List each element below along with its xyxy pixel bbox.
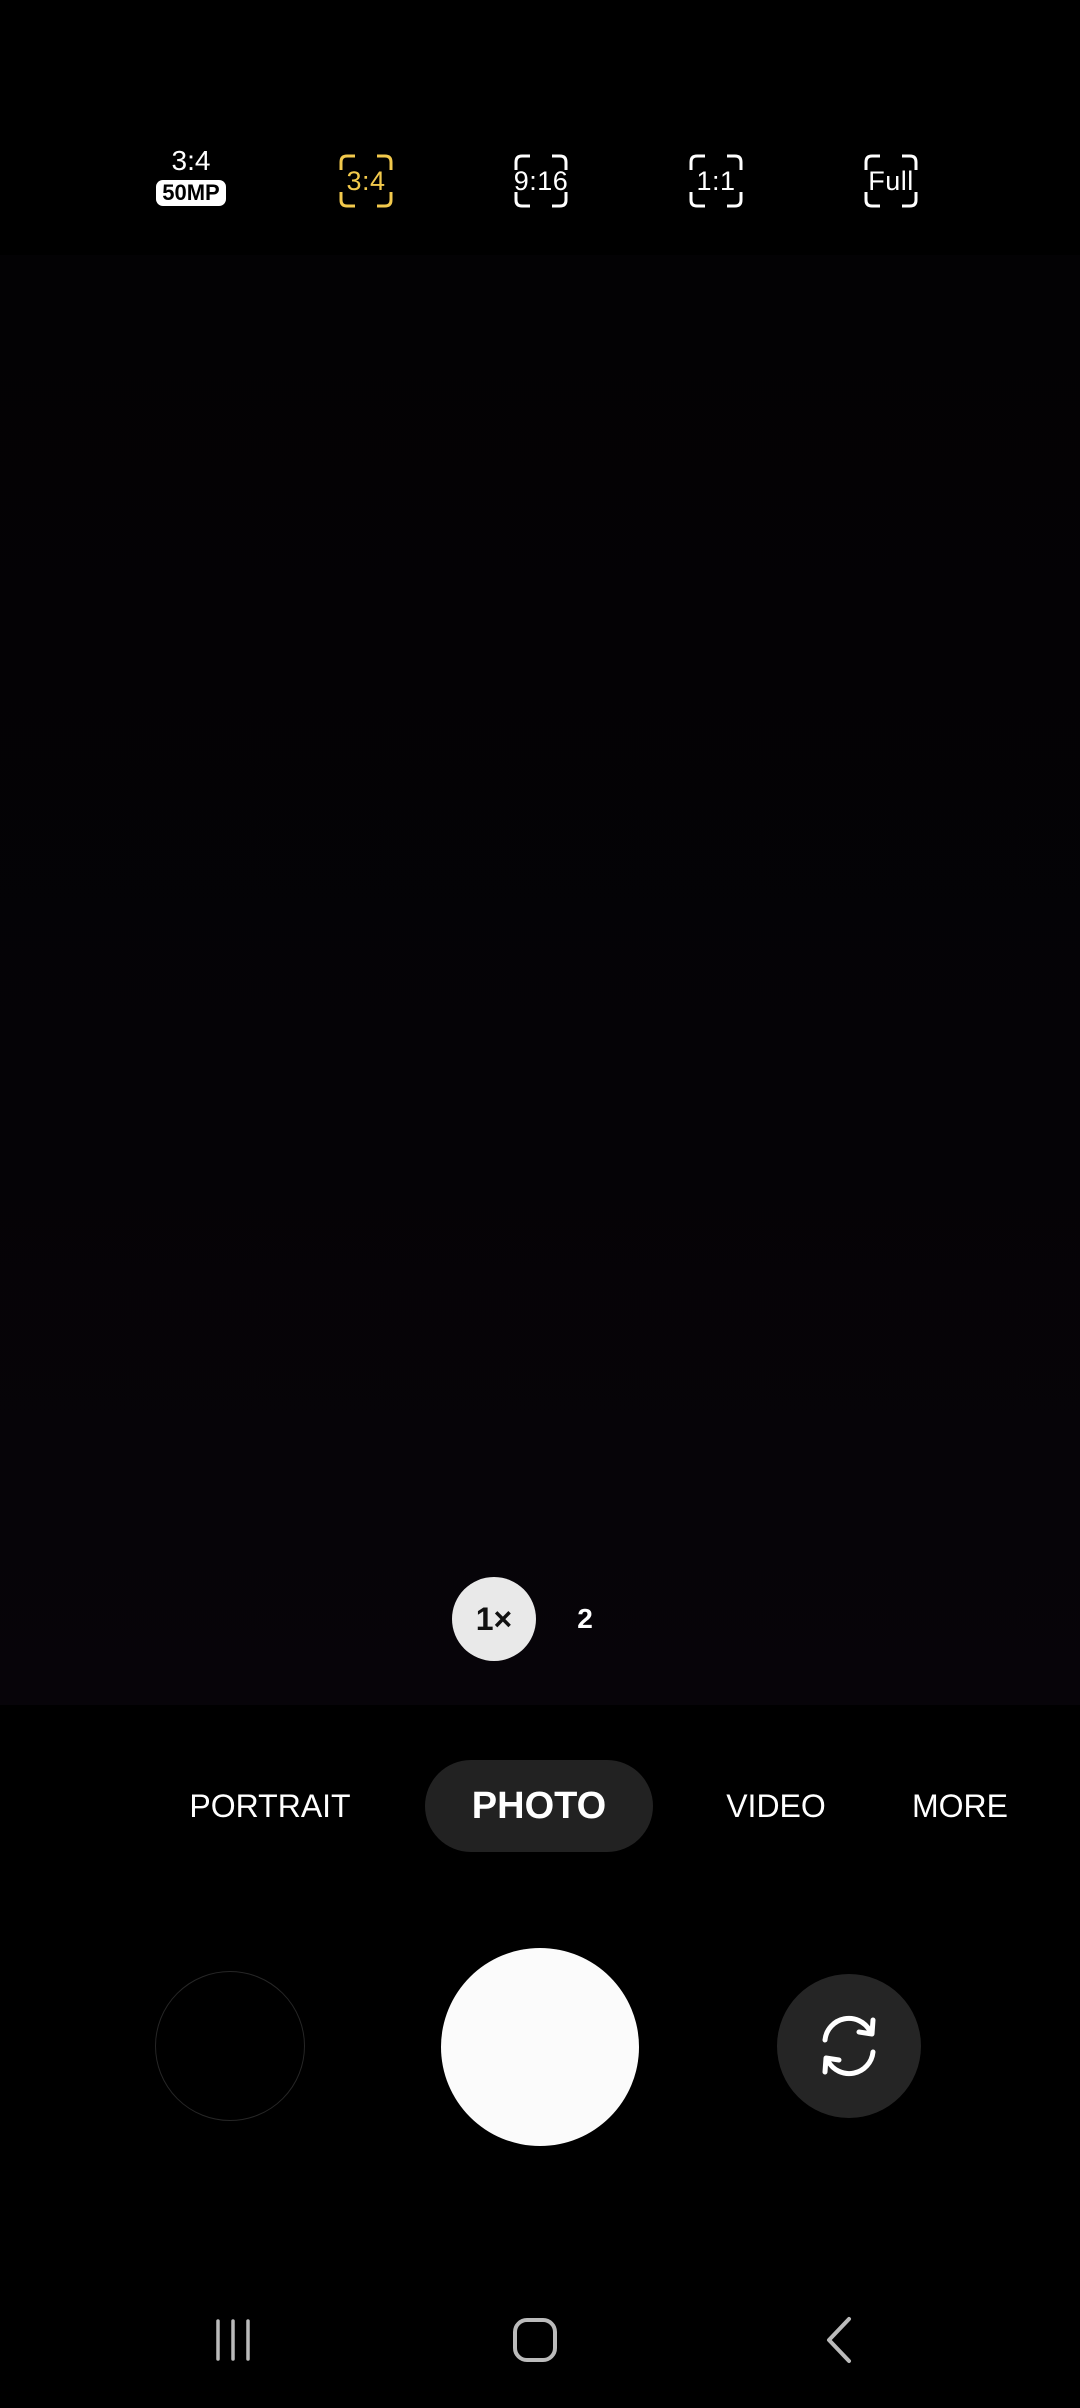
recents-icon: [216, 2319, 250, 2361]
ratio-label: 3:4: [171, 145, 211, 176]
ratio-label: Full: [868, 165, 914, 196]
camera-viewfinder[interactable]: [0, 255, 1080, 1705]
recents-button[interactable]: [188, 2300, 278, 2380]
ratio-9-16-option[interactable]: 9:16: [512, 152, 570, 210]
ratio-full-option[interactable]: Full: [862, 152, 920, 210]
megapixel-badge: 50MP: [156, 180, 226, 206]
ratio-label: 1:1: [696, 165, 736, 196]
back-icon: [827, 2317, 851, 2363]
mode-more[interactable]: MORE: [900, 1760, 1020, 1852]
ratio-3-4-50mp-option[interactable]: 3:4 50MP: [150, 146, 232, 218]
zoom-2x-button[interactable]: 2: [560, 1598, 610, 1640]
ratio-1-1-option[interactable]: 1:1: [687, 152, 745, 210]
zoom-1x-button[interactable]: 1×: [452, 1577, 536, 1661]
home-button[interactable]: [490, 2300, 580, 2380]
gallery-thumbnail[interactable]: [155, 1971, 305, 2121]
ratio-3-4-option[interactable]: 3:4: [337, 152, 395, 210]
switch-camera-button[interactable]: [777, 1974, 921, 2118]
mode-photo[interactable]: PHOTO: [425, 1760, 653, 1852]
mode-video[interactable]: VIDEO: [700, 1760, 852, 1852]
shutter-button[interactable]: [441, 1948, 639, 2146]
ratio-label: 3:4: [346, 165, 386, 196]
back-button[interactable]: [795, 2300, 885, 2380]
aspect-ratio-bar: 3:4 50MP 3:4 9:16 1:1 Full: [0, 140, 1080, 220]
switch-camera-icon: [822, 2015, 876, 2077]
home-icon: [513, 2318, 557, 2362]
mode-portrait[interactable]: PORTRAIT: [170, 1760, 370, 1852]
ratio-label: 9:16: [513, 165, 569, 196]
